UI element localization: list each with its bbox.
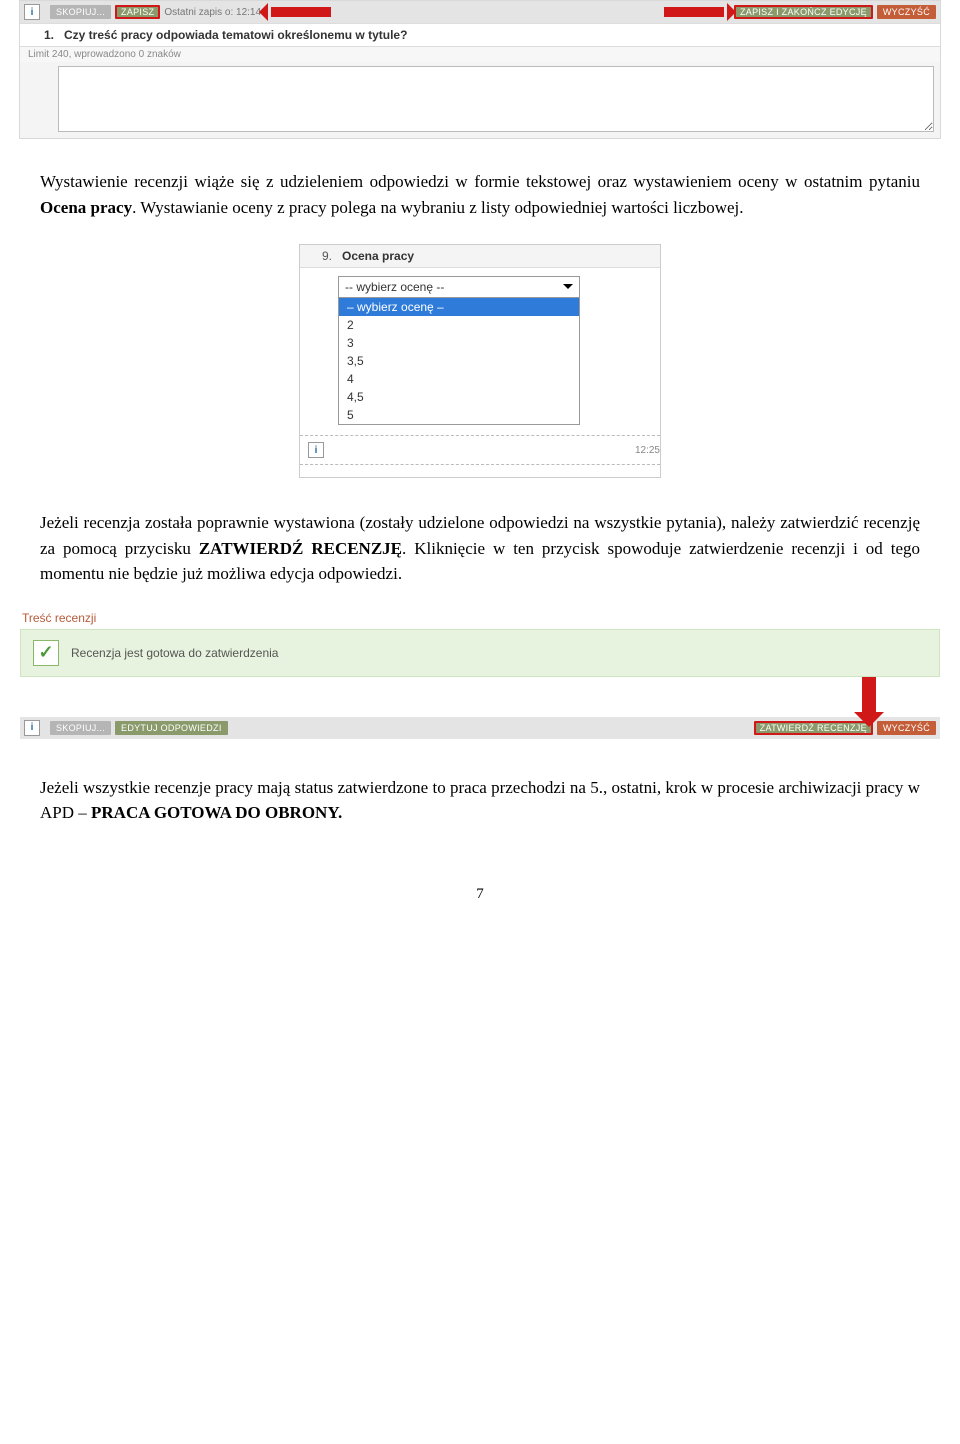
last-save-label: Ostatni zapis o: 12:14 — [164, 7, 261, 18]
divider — [300, 464, 660, 465]
section-title: Treść recenzji — [22, 611, 938, 625]
edit-answers-button[interactable]: EDYTUJ ODPOWIEDZI — [115, 721, 228, 735]
chevron-down-icon — [563, 284, 573, 294]
body-paragraph: Jeżeli recenzja została poprawnie wystaw… — [40, 510, 920, 587]
info-icon: i — [24, 4, 40, 20]
save-button[interactable]: ZAPISZ — [115, 5, 160, 19]
check-icon: ✓ — [33, 640, 59, 666]
clear-button[interactable]: WYCZYŚĆ — [877, 721, 936, 735]
question-row: 1. Czy treść pracy odpowiada tematowi ok… — [20, 23, 940, 47]
grade-option-placeholder[interactable]: – wybierz ocenę – — [339, 298, 579, 316]
status-banner: ✓ Recenzja jest gotowa do zatwierdzenia — [20, 629, 940, 677]
question-text: Czy treść pracy odpowiada tematowi okreś… — [64, 28, 407, 42]
grade-select[interactable]: -- wybierz ocenę -- – wybierz ocenę – 2 … — [338, 276, 580, 425]
grade-option[interactable]: 3 — [339, 334, 579, 352]
grade-header: 9. Ocena pracy — [300, 245, 660, 268]
grade-title: Ocena pracy — [342, 249, 414, 263]
grade-option[interactable]: 2 — [339, 316, 579, 334]
grade-select-value: -- wybierz ocenę -- — [345, 280, 444, 294]
grade-select-list: – wybierz ocenę – 2 3 3,5 4 4,5 5 — [339, 297, 579, 424]
body-paragraph: Wystawienie recenzji wiąże się z udziele… — [40, 169, 920, 220]
grade-option[interactable]: 4,5 — [339, 388, 579, 406]
question-number: 1. — [28, 28, 64, 42]
copy-button[interactable]: SKOPIUJ... — [50, 721, 111, 735]
copy-button[interactable]: SKOPIUJ... — [50, 5, 111, 19]
info-icon: i — [308, 442, 324, 458]
grade-select-display[interactable]: -- wybierz ocenę -- — [339, 277, 579, 297]
grade-number: 9. — [308, 249, 342, 263]
arrow-right-icon — [664, 7, 724, 17]
arrow-down-icon — [862, 677, 876, 713]
screenshot-review-editor: i SKOPIUJ... ZAPISZ Ostatni zapis o: 12:… — [19, 0, 941, 139]
time-note-row: i 12:25 — [308, 442, 660, 458]
body-paragraph: Jeżeli wszystkie recenzje pracy mają sta… — [40, 775, 920, 826]
info-icon: i — [24, 720, 40, 736]
grade-option[interactable]: 3,5 — [339, 352, 579, 370]
clear-button[interactable]: WYCZYŚĆ — [877, 5, 936, 19]
screenshot-grade-select: 9. Ocena pracy -- wybierz ocenę -- – wyb… — [299, 244, 661, 478]
answer-textarea[interactable] — [58, 66, 934, 132]
editor-toolbar: i SKOPIUJ... ZAPISZ Ostatni zapis o: 12:… — [20, 1, 940, 23]
grade-option[interactable]: 5 — [339, 406, 579, 424]
char-limit-label: Limit 240, wprowadzono 0 znaków — [20, 47, 940, 62]
page-number: 7 — [0, 886, 960, 903]
divider — [300, 435, 660, 436]
grade-option[interactable]: 4 — [339, 370, 579, 388]
arrow-left-icon — [271, 7, 331, 17]
status-toolbar: i SKOPIUJ... EDYTUJ ODPOWIEDZI ZATWIERDŹ… — [20, 717, 940, 739]
screenshot-review-status: Treść recenzji ✓ Recenzja jest gotowa do… — [20, 611, 940, 739]
status-text: Recenzja jest gotowa do zatwierdzenia — [71, 646, 278, 660]
time-note: 12:25 — [635, 445, 660, 456]
save-finish-button[interactable]: ZAPISZ I ZAKOŃCZ EDYCJĘ — [734, 5, 873, 19]
